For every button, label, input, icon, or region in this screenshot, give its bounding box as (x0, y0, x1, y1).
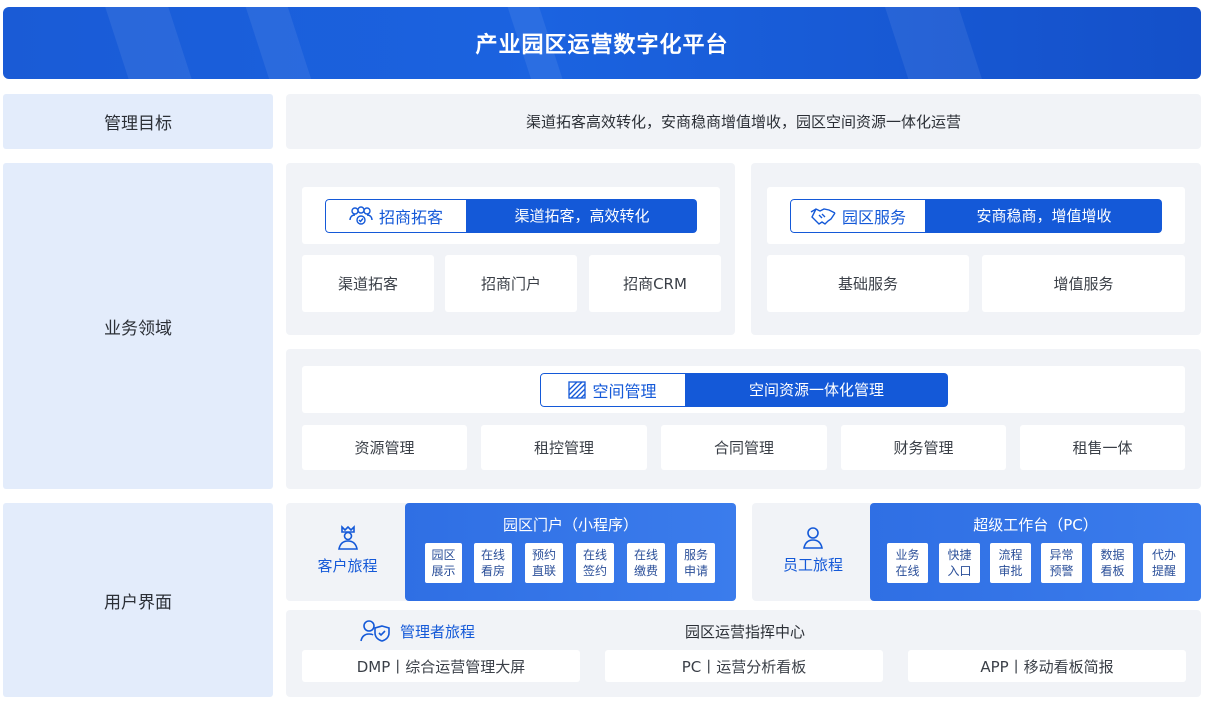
workbench-item: 数据 看板 (1092, 543, 1133, 583)
manager-shield-icon (360, 620, 390, 642)
service-tag-text: 园区服务 (841, 207, 906, 227)
manager-card: APP丨移动看板简报 (908, 650, 1186, 682)
business-card: 基础服务 (767, 255, 969, 312)
business-card: 增值服务 (982, 255, 1185, 312)
space-header-card: 空间管理 空间资源一体化管理 (302, 366, 1185, 413)
row-label-text: 管理目标 (104, 114, 172, 134)
page-title: 产业园区运营数字化平台 (475, 33, 729, 58)
portal-item: 服务 申请 (677, 543, 715, 583)
portal-item: 在线 缴费 (627, 543, 665, 583)
manager-card: DMP丨综合运营管理大屏 (302, 650, 580, 682)
row-label-mgmt-goal: 管理目标 (3, 94, 273, 149)
space-tag-desc: 空间资源一体化管理 (685, 372, 948, 407)
portal-item: 在线 签约 (576, 543, 614, 583)
manager-journey-label: 管理者旅程 (400, 622, 476, 641)
invest-tag-label: 招商拓客 (325, 198, 467, 233)
space-tag-text: 空间管理 (592, 381, 657, 401)
workbench-item: 流程 审批 (990, 543, 1031, 583)
invest-tag-desc: 渠道拓客，高效转化 (467, 198, 697, 233)
workbench-title: 超级工作台（PC） (973, 516, 1098, 534)
business-card: 财务管理 (841, 425, 1006, 470)
invest-tag-text: 招商拓客 (378, 207, 443, 227)
space-tag-label: 空间管理 (539, 372, 686, 407)
business-card: 租售一体 (1020, 425, 1185, 470)
employee-journey-label: 员工旅程 (782, 555, 843, 574)
service-tag: 园区服务 安商稳商，增值增收 (790, 198, 1162, 233)
command-center-title: 园区运营指挥中心 (684, 622, 805, 641)
business-card: 渠道拓客 (302, 255, 434, 312)
business-card: 租控管理 (481, 425, 647, 470)
business-card: 资源管理 (302, 425, 467, 470)
workbench-item: 异常 预警 (1041, 543, 1082, 583)
service-tag-desc: 安商稳商，增值增收 (926, 198, 1162, 233)
row-label-ui: 用户界面 (3, 503, 273, 697)
row-label-business: 业务领域 (3, 163, 273, 489)
service-tag-label: 园区服务 (790, 198, 926, 233)
row-label-text: 业务领域 (104, 318, 172, 339)
portal-item: 在线 看房 (474, 543, 512, 583)
business-card: 合同管理 (661, 425, 827, 470)
mgmt-goal-text: 渠道拓客高效转化，安商稳商增值增收，园区空间资源一体化运营 (525, 113, 961, 131)
invest-header-card: 招商拓客 渠道拓客，高效转化 (302, 187, 720, 244)
portal-item: 预约 直联 (525, 543, 563, 583)
employee-journey: 员工旅程 (768, 515, 858, 585)
manager-journey: 管理者旅程 (360, 620, 475, 642)
workbench-item: 代办 提醒 (1143, 543, 1185, 583)
space-tag: 空间管理 空间资源一体化管理 (539, 372, 948, 407)
workbench-item: 快捷 入口 (939, 543, 980, 583)
user-icon (803, 526, 823, 549)
portal-title: 园区门户（小程序） (502, 516, 638, 534)
portal-item: 园区 展示 (425, 543, 462, 583)
grid-hatch-icon (568, 380, 587, 399)
row-label-text: 用户界面 (104, 592, 172, 613)
crown-user-icon (337, 524, 358, 550)
service-header-card: 园区服务 安商稳商，增值增收 (767, 187, 1185, 244)
header-banner: 产业园区运营数字化平台 (3, 7, 1201, 79)
invest-tag: 招商拓客 渠道拓客，高效转化 (325, 198, 697, 233)
business-card: 招商门户 (445, 255, 577, 312)
people-icon (349, 205, 373, 225)
mgmt-goal-panel: 渠道拓客高效转化，安商稳商增值增收，园区空间资源一体化运营 (286, 94, 1201, 149)
customer-journey: 客户旅程 (300, 515, 395, 585)
business-card: 招商CRM (589, 255, 721, 312)
workbench-item: 业务 在线 (887, 543, 928, 583)
handshake-icon (810, 207, 836, 225)
customer-journey-label: 客户旅程 (317, 556, 378, 575)
manager-card: PC丨运营分析看板 (605, 650, 883, 682)
